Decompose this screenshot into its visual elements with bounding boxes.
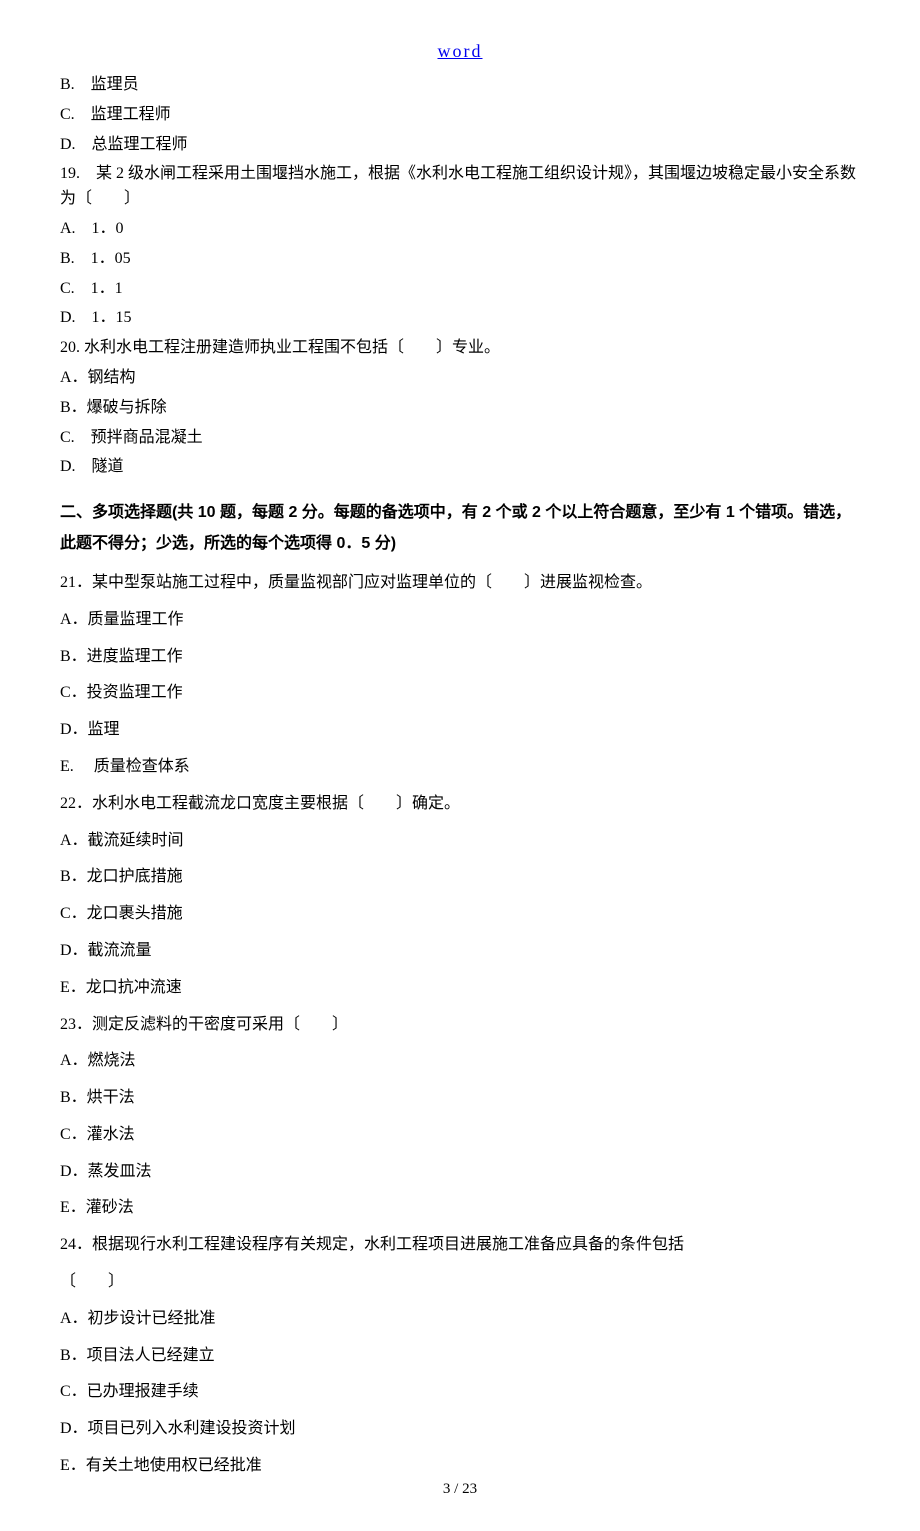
header-link-text[interactable]: word (438, 41, 483, 61)
option-c: C. 预拌商品混凝土 (60, 426, 860, 451)
option-b: B. 监理员 (60, 73, 860, 98)
section-2-title: 二、多项选择题(共 10 题，每题 2 分。每题的备选项中，有 2 个或 2 个… (60, 498, 860, 559)
option-b: B．爆破与拆除 (60, 396, 860, 421)
option-e: E．灌砂法 (60, 1196, 860, 1221)
question-text: 19. 某 2 级水闸工程采用土围堰挡水施工，根据《水利水电工程施工组织设计规》… (60, 162, 860, 212)
header-link: word (60, 38, 860, 65)
question-20: 20. 水利水电工程注册建造师执业工程围不包括〔 〕专业。 A．钢结构 B．爆破… (60, 336, 860, 480)
option-c: C．投资监理工作 (60, 681, 860, 706)
question-text: 21．某中型泵站施工过程中，质量监视部门应对监理单位的〔 〕进展监视检查。 (60, 571, 860, 596)
question-24: 24．根据现行水利工程建设程序有关规定，水利工程项目进展施工准备应具备的条件包括… (60, 1233, 860, 1479)
question-23: 23．测定反滤料的干密度可采用〔 〕 A．燃烧法 B．烘干法 C．灌水法 D．蒸… (60, 1013, 860, 1222)
option-a: A．截流延续时间 (60, 829, 860, 854)
option-e: E．龙口抗冲流速 (60, 976, 860, 1001)
option-a: A．燃烧法 (60, 1049, 860, 1074)
option-a: A．初步设计已经批准 (60, 1307, 860, 1332)
option-d: D．监理 (60, 718, 860, 743)
option-c: C. 1．1 (60, 277, 860, 302)
option-a: A．钢结构 (60, 366, 860, 391)
question-text: 20. 水利水电工程注册建造师执业工程围不包括〔 〕专业。 (60, 336, 860, 361)
option-c: C. 监理工程师 (60, 103, 860, 128)
option-d: D. 1．15 (60, 306, 860, 331)
option-d: D．蒸发皿法 (60, 1160, 860, 1185)
option-b: B．龙口护底措施 (60, 865, 860, 890)
question-text: 24．根据现行水利工程建设程序有关规定，水利工程项目进展施工准备应具备的条件包括 (60, 1233, 860, 1258)
option-d: D．截流流量 (60, 939, 860, 964)
option-d: D. 总监理工程师 (60, 133, 860, 158)
question-21: 21．某中型泵站施工过程中，质量监视部门应对监理单位的〔 〕进展监视检查。 A．… (60, 571, 860, 780)
question-19: 19. 某 2 级水闸工程采用土围堰挡水施工，根据《水利水电工程施工组织设计规》… (60, 162, 860, 331)
option-c: C．已办理报建手续 (60, 1380, 860, 1405)
option-d: D．项目已列入水利建设投资计划 (60, 1417, 860, 1442)
option-b: B．烘干法 (60, 1086, 860, 1111)
option-b: B．进度监理工作 (60, 645, 860, 670)
option-c: C．灌水法 (60, 1123, 860, 1148)
page-footer: 3 / 23 (0, 1478, 920, 1501)
option-e: E．有关土地使用权已经批准 (60, 1454, 860, 1479)
option-c: C．龙口裹头措施 (60, 902, 860, 927)
question-text: 22．水利水电工程截流龙口宽度主要根据〔 〕确定。 (60, 792, 860, 817)
question-text-2: 〔 〕 (60, 1270, 860, 1295)
option-b: B．项目法人已经建立 (60, 1344, 860, 1369)
option-a: A. 1．0 (60, 217, 860, 242)
question-18-options: B. 监理员 C. 监理工程师 D. 总监理工程师 (60, 73, 860, 157)
option-e: E. 质量检查体系 (60, 755, 860, 780)
question-text: 23．测定反滤料的干密度可采用〔 〕 (60, 1013, 860, 1038)
option-d: D. 隧道 (60, 455, 860, 480)
option-a: A．质量监理工作 (60, 608, 860, 633)
option-b: B. 1．05 (60, 247, 860, 272)
page-number: 3 / 23 (443, 1481, 477, 1497)
question-22: 22．水利水电工程截流龙口宽度主要根据〔 〕确定。 A．截流延续时间 B．龙口护… (60, 792, 860, 1001)
